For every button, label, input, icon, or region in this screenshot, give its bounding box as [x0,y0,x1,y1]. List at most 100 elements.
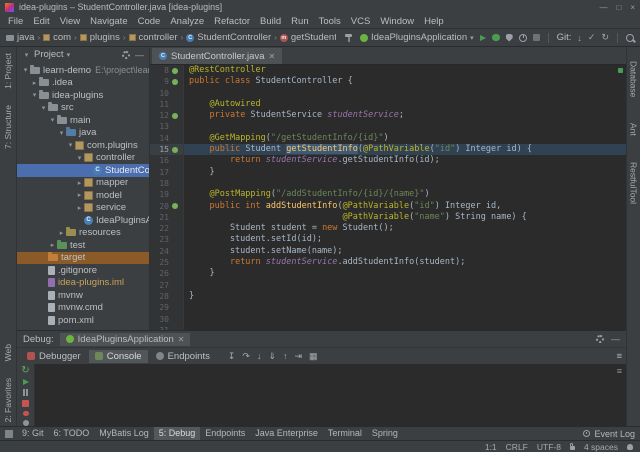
request-mapping-icon[interactable] [172,203,178,209]
tree-item-mvnw-cmd[interactable]: mvnw.cmd [17,302,149,315]
pause-program-icon[interactable] [23,389,29,396]
project-view-selector[interactable]: Project [34,49,64,60]
toolwindow-button-6-todo[interactable]: 6: TODO [49,427,95,440]
tree-collapsed-icon[interactable]: ▸ [75,191,84,199]
tree-expanded-icon[interactable]: ▾ [21,66,30,74]
toolwindow-stripe-button-database[interactable]: Database [629,61,639,97]
code-line[interactable]: 13 [150,121,626,132]
code-line[interactable]: 26 } [150,268,626,279]
breadcrumb-getstudentinfo[interactable]: mgetStudentInfo [280,32,336,43]
toolwindow-button-terminal[interactable]: Terminal [323,427,367,440]
tree-item-gitignore[interactable]: .gitignore [17,264,149,277]
menu-run[interactable]: Run [286,16,313,27]
step-into-icon[interactable]: ↓ [257,351,262,361]
tree-item-studentcontroller[interactable]: CStudentController [17,164,149,177]
tab-endpoints[interactable]: Endpoints [150,350,216,363]
console-options-icon[interactable]: ≡ [617,366,622,376]
git-commit-icon[interactable]: ✓ [588,32,596,43]
tree-expanded-icon[interactable]: ▾ [57,129,66,137]
run-to-cursor-icon[interactable]: ⇥ [295,351,303,362]
tree-expanded-icon[interactable]: ▾ [30,91,39,99]
settings-gear-icon[interactable] [596,335,604,343]
code-line[interactable]: 29 [150,302,626,313]
toolwindow-button-java-enterprise[interactable]: Java Enterprise [250,427,323,440]
tree-item-mvnw[interactable]: mvnw [17,289,149,302]
layout-settings-icon[interactable]: ≡ [616,351,622,362]
menu-help[interactable]: Help [419,16,449,27]
breadcrumb-java[interactable]: java [6,32,34,43]
request-mapping-icon[interactable] [172,147,178,153]
hide-panel-icon[interactable]: — [135,50,144,60]
coverage-button[interactable] [506,34,513,42]
run-button[interactable] [480,35,486,41]
code-line[interactable]: 24 student.setName(name); [150,246,626,257]
spring-bean-icon[interactable] [172,68,178,74]
code-line[interactable]: 20 public int addStudentInfo(@PathVariab… [150,201,626,212]
toolwindow-stripe-button-web[interactable]: Web [3,344,13,361]
tab-console[interactable]: Console [89,350,148,363]
code-line[interactable]: 21 @PathVariable("name") String name) { [150,212,626,223]
menu-navigate[interactable]: Navigate [85,16,133,27]
close-tab-icon[interactable]: ✕ [268,52,275,61]
breadcrumb-studentcontroller[interactable]: CStudentController [186,32,271,43]
git-rollback-icon[interactable]: ↻ [601,32,609,43]
code-line[interactable]: 22 Student student = new Student(); [150,223,626,234]
tree-item-resources[interactable]: ▸resources [17,227,149,240]
line-separator[interactable]: CRLF [506,442,528,452]
notifications-bell-icon[interactable] [627,444,633,450]
toolwindow-stripe-button-restfultool[interactable]: RestfulTool [629,162,639,204]
menu-tools[interactable]: Tools [314,16,346,27]
console-output[interactable]: ≡ [35,364,626,426]
code-line[interactable]: 11 @Autowired [150,99,626,110]
code-line[interactable]: 31 [150,325,626,330]
tree-item-idea-plugins[interactable]: ▾idea-plugins [17,89,149,102]
resume-program-icon[interactable] [23,379,29,385]
tree-item-idea-plugins-iml[interactable]: idea-plugins.iml [17,277,149,290]
tree-item-com-plugins[interactable]: ▾com.plugins [17,139,149,152]
menu-refactor[interactable]: Refactor [209,16,255,27]
toolwindow-switcher-icon[interactable] [5,430,13,438]
rerun-icon[interactable]: ↻ [21,367,29,375]
debug-session-tab[interactable]: IdeaPluginsApplication ✕ [60,333,191,346]
close-button[interactable]: × [630,3,635,12]
tree-item-pom-xml[interactable]: pom.xml [17,314,149,327]
menu-edit[interactable]: Edit [28,16,54,27]
tree-expanded-icon[interactable]: ▾ [48,116,57,124]
tree-collapsed-icon[interactable]: ▸ [48,241,57,249]
tree-expanded-icon[interactable]: ▾ [75,154,84,162]
tree-item-main[interactable]: ▾main [17,114,149,127]
menu-analyze[interactable]: Analyze [165,16,209,27]
indent-config[interactable]: 4 spaces [584,442,618,452]
spring-bean-icon[interactable] [172,79,178,85]
code-line[interactable]: 19 @PostMapping("/addStudentInfo/{id}/{n… [150,189,626,200]
settings-gear-icon[interactable] [122,51,130,59]
code-line[interactable]: 8@RestController [150,65,626,76]
tree-item-mapper[interactable]: ▸mapper [17,177,149,190]
toolwindow-button-spring[interactable]: Spring [367,427,403,440]
tree-item-ideapluginsapplication[interactable]: CIdeaPluginsApplication [17,214,149,227]
breadcrumb-plugins[interactable]: plugins [80,32,120,43]
code-line[interactable]: 27 [150,280,626,291]
toolwindow-button-endpoints[interactable]: Endpoints [200,427,250,440]
code-area[interactable]: 8@RestController9public class StudentCon… [150,65,626,330]
stop-button[interactable] [533,34,540,41]
tree-item-java[interactable]: ▾java [17,127,149,140]
search-everywhere-icon[interactable] [626,34,634,42]
view-breakpoints-icon[interactable] [23,411,29,417]
code-line[interactable]: 30 [150,314,626,325]
tree-item-service[interactable]: ▸service [17,202,149,215]
stop-process-icon[interactable] [22,400,29,407]
editor-tab-studentcontroller[interactable]: C StudentController.java ✕ [152,48,282,64]
code-line[interactable]: 23 student.setId(id); [150,234,626,245]
event-log-button[interactable]: Event Log [583,429,635,439]
caret-position[interactable]: 1:1 [485,442,497,452]
tree-item-idea[interactable]: ▸.idea [17,77,149,90]
menu-window[interactable]: Window [375,16,419,27]
run-configuration-select[interactable]: IdeaPluginsApplication ▾ [360,32,474,43]
menu-build[interactable]: Build [255,16,286,27]
tree-collapsed-icon[interactable]: ▸ [75,179,84,187]
close-session-icon[interactable]: ✕ [178,335,185,344]
toolwindow-button-9-git[interactable]: 9: Git [17,427,49,440]
readonly-lock-icon[interactable] [570,446,575,450]
autowired-icon[interactable] [172,113,178,119]
